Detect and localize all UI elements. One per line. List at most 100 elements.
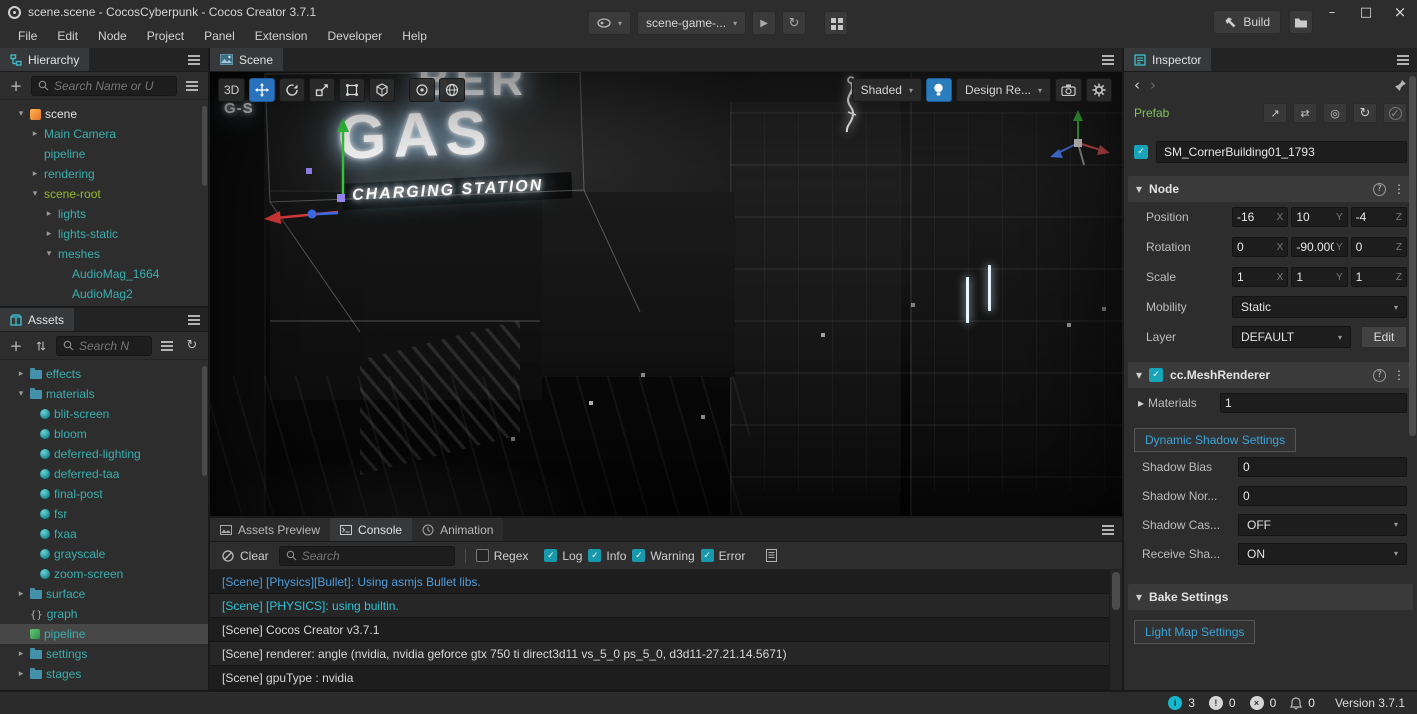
platform-select[interactable] <box>588 11 632 35</box>
menu-developer[interactable]: Developer <box>317 24 392 48</box>
log-line[interactable]: [Scene] gpuType : nvidia <box>210 666 1109 690</box>
warning-checkbox[interactable]: Warning <box>632 549 695 563</box>
assets-filter-button[interactable] <box>157 336 177 356</box>
hierarchy-node-scene-root[interactable]: scene-root <box>0 184 208 204</box>
viewport-settings-button[interactable] <box>1086 78 1112 102</box>
node-active-checkbox[interactable] <box>1134 145 1148 159</box>
gizmo-tool-button[interactable] <box>369 78 396 102</box>
console-scrollbar-thumb[interactable] <box>1112 572 1120 610</box>
bell-icon[interactable] <box>1290 696 1303 710</box>
hierarchy-node-audiomag2[interactable]: AudioMag2 <box>0 284 208 304</box>
asset-material-fxaa[interactable]: fxaa <box>0 524 208 544</box>
meshrenderer-section-header[interactable]: cc.MeshRenderer <box>1128 362 1413 388</box>
sort-assets-button[interactable] <box>31 336 51 356</box>
log-line[interactable]: [Scene] Cocos Creator v3.7.1 <box>210 618 1109 642</box>
tab-assets[interactable]: Assets <box>0 308 75 331</box>
shadow-bias-field[interactable]: 0 <box>1238 456 1407 477</box>
hierarchy-menu-button[interactable] <box>180 48 208 71</box>
tab-console[interactable]: Console <box>330 518 413 541</box>
prefab-swap-button[interactable] <box>1293 103 1317 123</box>
expand-arrow-icon[interactable] <box>1136 590 1142 604</box>
assets-menu-button[interactable] <box>180 308 208 331</box>
rotate-tool-button[interactable] <box>279 78 306 102</box>
hierarchy-node-scene[interactable]: scene <box>0 104 208 124</box>
asset-folder-materials[interactable]: materials <box>0 384 208 404</box>
asset-pipeline[interactable]: pipeline <box>0 624 208 644</box>
build-button[interactable]: Build <box>1213 10 1281 34</box>
prefab-locate-button[interactable] <box>1323 103 1347 123</box>
hierarchy-node-audiomag-1664[interactable]: AudioMag_1664 <box>0 264 208 284</box>
inspector-scrollbar[interactable] <box>1409 76 1416 436</box>
open-build-folder-button[interactable] <box>1289 10 1313 34</box>
clear-console-button[interactable]: Clear <box>218 549 273 563</box>
bake-settings-header[interactable]: Bake Settings <box>1128 584 1413 610</box>
expand-arrow-icon[interactable] <box>44 249 54 259</box>
expand-arrow-icon[interactable] <box>44 229 54 239</box>
shading-mode-select[interactable]: Shaded <box>851 78 922 102</box>
error-count-icon[interactable]: × <box>1249 696 1264 710</box>
component-enabled-checkbox[interactable] <box>1149 368 1164 382</box>
layer-edit-button[interactable]: Edit <box>1361 326 1407 348</box>
hierarchy-scrollbar[interactable] <box>202 106 207 186</box>
coordinate-toggle-button[interactable] <box>439 78 466 102</box>
asset-material-grayscale[interactable]: grayscale <box>0 544 208 564</box>
refresh-assets-button[interactable] <box>182 336 202 356</box>
pivot-toggle-button[interactable] <box>409 78 436 102</box>
hierarchy-node-rendering[interactable]: rendering <box>0 164 208 184</box>
prefab-revert-button[interactable] <box>1353 103 1377 123</box>
menu-file[interactable]: File <box>8 24 47 48</box>
asset-folder-surface[interactable]: surface <box>0 584 208 604</box>
expand-arrow-icon[interactable] <box>1136 368 1142 382</box>
mode-3d-button[interactable]: 3D <box>218 78 246 102</box>
receive-shadow-select[interactable]: ON <box>1238 542 1407 565</box>
inspector-menu-button[interactable] <box>1389 48 1417 71</box>
tab-inspector[interactable]: Inspector <box>1124 48 1212 71</box>
assets-scrollbar[interactable] <box>202 366 207 476</box>
layer-select[interactable]: DEFAULT <box>1232 326 1351 348</box>
log-line[interactable]: [Scene] renderer: angle (nvidia, nvidia … <box>210 642 1109 666</box>
menu-panel[interactable]: Panel <box>194 24 245 48</box>
tab-scene[interactable]: Scene <box>210 48 284 71</box>
asset-material-fsr[interactable]: fsr <box>0 504 208 524</box>
prefab-apply-button[interactable] <box>1383 103 1407 123</box>
asset-material-blit-screen[interactable]: blit-screen <box>0 404 208 424</box>
asset-folder-stages[interactable]: stages <box>0 664 208 684</box>
scene-viewport[interactable]: BER GAS CHARGING STATION G-S 3D Shaded ▾… <box>210 72 1122 518</box>
hierarchy-filter-button[interactable] <box>182 76 202 96</box>
maximize-button[interactable] <box>1349 0 1383 24</box>
asset-material-deferred-taa[interactable]: deferred-taa <box>0 464 208 484</box>
menu-edit[interactable]: Edit <box>47 24 88 48</box>
position-z-field[interactable]: -4 Z <box>1350 207 1407 227</box>
hierarchy-searchbox[interactable] <box>31 75 177 96</box>
info-count-icon[interactable]: i <box>1168 696 1183 710</box>
rotation-y-field[interactable]: -90.000 Y <box>1291 237 1348 257</box>
asset-folder-effects[interactable]: effects <box>0 364 208 384</box>
create-asset-button[interactable] <box>6 336 26 356</box>
hierarchy-node-lights[interactable]: lights <box>0 204 208 224</box>
shadow-normal-bias-field[interactable]: 0 <box>1238 485 1407 506</box>
reload-button[interactable] <box>782 11 807 35</box>
asset-folder-settings[interactable]: settings <box>0 644 208 664</box>
scale-z-field[interactable]: 1Z <box>1350 267 1407 287</box>
tab-animation[interactable]: Animation <box>412 518 504 541</box>
asset-material-zoom-screen[interactable]: zoom-screen <box>0 564 208 584</box>
console-log-list[interactable]: [Scene] [Physics][Bullet]: Using asmjs B… <box>210 570 1122 690</box>
hierarchy-node-meshes[interactable]: meshes <box>0 244 208 264</box>
rect-tool-button[interactable] <box>339 78 366 102</box>
scene-menu-button[interactable] <box>1094 48 1122 71</box>
rotation-x-field[interactable]: 0X <box>1232 237 1289 257</box>
expand-arrow-icon[interactable] <box>1138 396 1144 410</box>
lighting-toggle-button[interactable] <box>925 78 952 102</box>
console-menu-button[interactable] <box>1094 518 1122 541</box>
error-checkbox[interactable]: Error <box>700 549 745 563</box>
menu-help[interactable]: Help <box>392 24 437 48</box>
log-line[interactable]: [Scene] [Physics][Bullet]: Using asmjs B… <box>210 570 1109 594</box>
assets-searchbox[interactable] <box>56 335 152 356</box>
launch-scene-select[interactable]: scene-game-... <box>637 11 747 35</box>
node-section-header[interactable]: Node <box>1128 176 1413 202</box>
hierarchy-node-lights-static[interactable]: lights-static <box>0 224 208 244</box>
layout-button[interactable] <box>824 11 849 35</box>
mobility-select[interactable]: Static <box>1232 296 1407 318</box>
close-button[interactable] <box>1383 0 1417 24</box>
scale-y-field[interactable]: 1Y <box>1291 267 1348 287</box>
